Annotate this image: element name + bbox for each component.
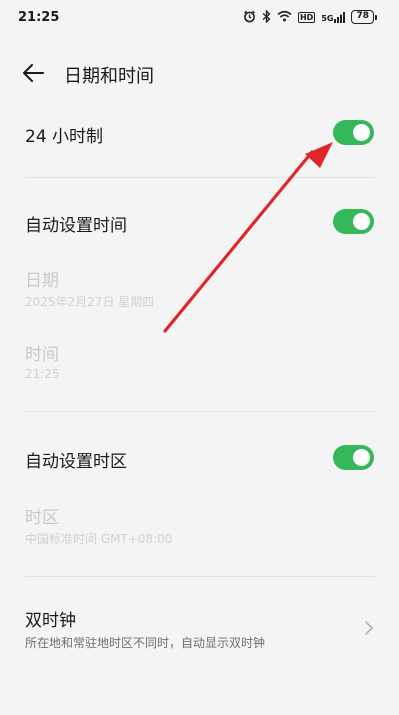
5g-signal-icon: 5G bbox=[321, 11, 346, 23]
back-arrow-icon[interactable] bbox=[20, 60, 48, 86]
divider bbox=[25, 177, 375, 178]
divider bbox=[25, 576, 375, 577]
toggle-knob bbox=[353, 213, 370, 230]
setting-auto-time-label: 自动设置时间 bbox=[25, 216, 127, 236]
setting-dual-clock[interactable]: 双时钟 所在地和常驻地时区不同时，自动显示双时钟 bbox=[0, 600, 399, 660]
setting-auto-timezone-label: 自动设置时区 bbox=[25, 452, 127, 472]
setting-time: 时间 21:25 bbox=[0, 336, 399, 392]
status-bar: 21:25 HD 5G 78 bbox=[0, 0, 399, 34]
setting-date-label: 日期 bbox=[25, 271, 59, 291]
setting-24-hour[interactable]: 24 小时制 bbox=[0, 112, 399, 156]
alarm-icon bbox=[243, 10, 256, 25]
setting-timezone-value: 中国标准时间 GMT+08:00 bbox=[25, 532, 173, 546]
battery-icon: 78 bbox=[351, 10, 377, 24]
divider bbox=[25, 411, 375, 412]
setting-timezone: 时区 中国标准时间 GMT+08:00 bbox=[0, 498, 399, 554]
setting-timezone-label: 时区 bbox=[25, 508, 59, 528]
page-title: 日期和时间 bbox=[64, 66, 154, 87]
hd-badge-icon: HD bbox=[297, 11, 316, 23]
toggle-auto-timezone[interactable] bbox=[333, 445, 374, 470]
toggle-knob bbox=[353, 449, 370, 466]
setting-date: 日期 2025年2月27日 星期四 bbox=[0, 262, 399, 318]
setting-time-label: 时间 bbox=[25, 345, 59, 365]
bluetooth-icon bbox=[262, 9, 271, 25]
setting-auto-time[interactable]: 自动设置时间 bbox=[0, 200, 399, 244]
toggle-knob bbox=[353, 124, 370, 141]
toggle-24-hour[interactable] bbox=[333, 120, 374, 145]
chevron-right-icon bbox=[363, 619, 375, 637]
status-time: 21:25 bbox=[18, 9, 60, 25]
setting-date-value: 2025年2月27日 星期四 bbox=[25, 295, 155, 309]
setting-24-hour-label: 24 小时制 bbox=[25, 127, 104, 147]
setting-time-value: 21:25 bbox=[25, 367, 60, 381]
setting-auto-timezone[interactable]: 自动设置时区 bbox=[0, 436, 399, 480]
wifi-icon bbox=[277, 10, 292, 24]
toggle-auto-time[interactable] bbox=[333, 209, 374, 234]
page-header: 日期和时间 bbox=[0, 56, 399, 90]
status-icons: HD 5G 78 bbox=[243, 9, 377, 25]
battery-level: 78 bbox=[351, 10, 374, 24]
setting-dual-clock-label: 双时钟 bbox=[25, 611, 76, 631]
setting-dual-clock-description: 所在地和常驻地时区不同时，自动显示双时钟 bbox=[25, 636, 266, 650]
